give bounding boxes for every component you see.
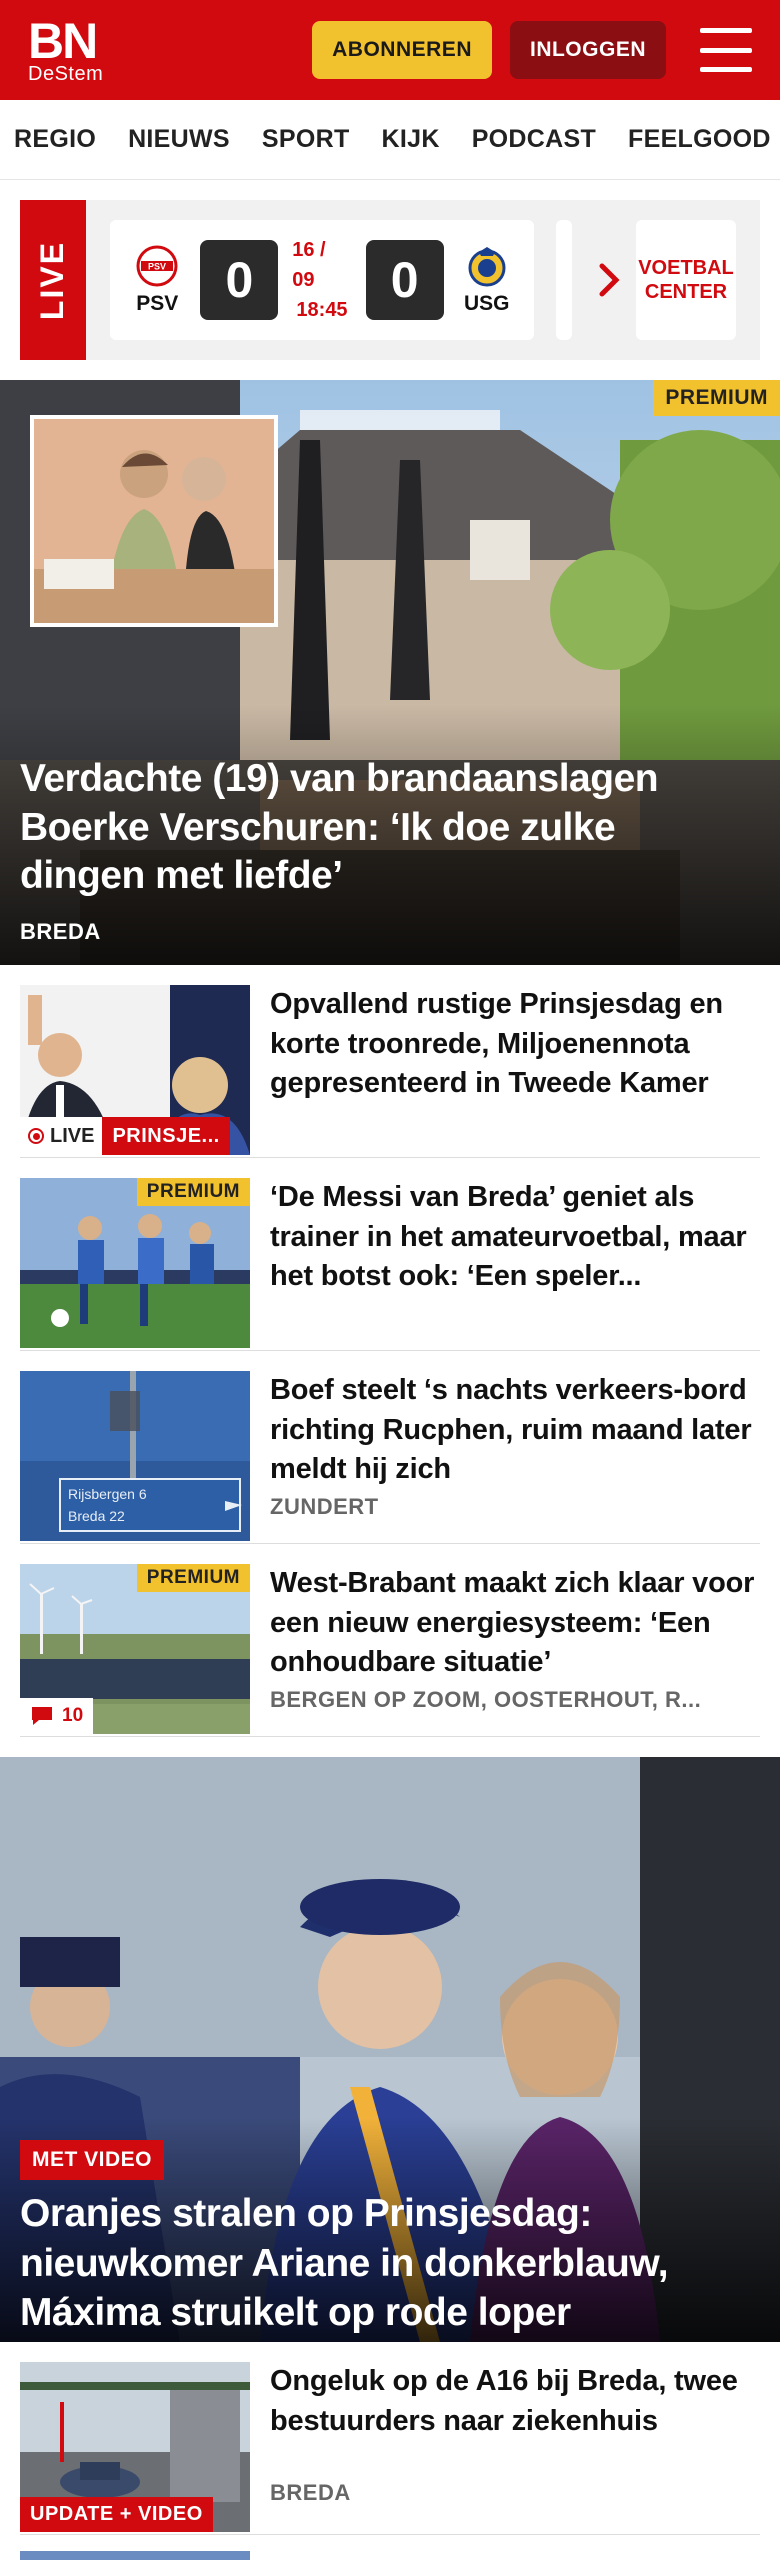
article-text: Ongeluk op de A16 bij Breda, twee bestuu…	[270, 2362, 760, 2514]
live-dot-icon	[28, 1128, 44, 1144]
live-pill-label: LIVE	[50, 1124, 95, 1147]
chevron-right-icon[interactable]	[590, 220, 630, 340]
premium-badge: PREMIUM	[136, 1178, 250, 1206]
article-text: Boef steelt ‘s nachts verkeers-bord rich…	[270, 1371, 760, 1523]
article-text: ‘De Messi van Breda’ geniet als trainer …	[270, 1178, 760, 1330]
hero-location: BREDA	[20, 919, 101, 944]
sign-text-line1: Rijsbergen 6	[68, 1486, 147, 1502]
nav-item-podcast[interactable]: PODCAST	[472, 125, 596, 154]
next-match-card-edge[interactable]	[556, 220, 572, 340]
list-item[interactable]: Rijsbergen 6 Breda 22 Boef steelt ‘s nac…	[20, 1351, 760, 1544]
list-item[interactable]: PREMIUM 10 West-Brabant maakt zich klaar…	[20, 1544, 760, 1737]
article-title[interactable]: Boef steelt ‘s nachts verkeers-bord rich…	[270, 1371, 760, 1490]
live-badge: LIVE PRINSJE...	[20, 1117, 230, 1155]
comment-icon	[32, 1707, 52, 1725]
article-thumbnail: Rijsbergen 6 Breda 22	[20, 1371, 250, 1541]
premium-badge: PREMIUM	[653, 380, 780, 416]
list-item[interactable]: UPDATE + VIDEO Ongeluk op de A16 bij Bre…	[20, 2342, 760, 2535]
live-score-widget: LIVE PSV PSV 0 16 / 09 18:45 0 USG VOETB…	[20, 200, 760, 360]
article-text: Opvallend rustige Prinsjesdag en korte t…	[270, 985, 760, 1137]
menu-icon[interactable]	[700, 28, 752, 72]
article-thumbnail: UPDATE + VIDEO	[20, 2362, 250, 2532]
login-button[interactable]: INLOGGEN	[509, 21, 666, 79]
live-pill: LIVE	[20, 1117, 103, 1155]
article-title[interactable]: Opvallend rustige Prinsjesdag en korte t…	[270, 985, 760, 1104]
away-score: 0	[365, 240, 444, 320]
update-video-tag: UPDATE + VIDEO	[20, 2497, 213, 2532]
nav-item-kijk[interactable]: KIJK	[382, 125, 440, 154]
sign-text-line2: Breda 22	[68, 1508, 125, 1524]
logo-sub-text: DeStem	[28, 63, 104, 85]
header-actions: ABONNEREN INLOGGEN	[312, 21, 752, 79]
match-card[interactable]: PSV PSV 0 16 / 09 18:45 0 USG	[110, 220, 534, 340]
article-title[interactable]: Ongeluk op de A16 bij Breda, twee bestuu…	[270, 2362, 760, 2441]
courtroom-sketch-inset	[30, 415, 278, 627]
article-list-2: UPDATE + VIDEO Ongeluk op de A16 bij Bre…	[0, 2342, 780, 2560]
match-time: 18:45	[296, 299, 348, 321]
live-tag-label: LIVE	[34, 240, 71, 320]
article-thumbnail: LIVE PRINSJE...	[20, 985, 250, 1155]
site-header: BN DeStem ABONNEREN INLOGGEN	[0, 0, 780, 100]
home-team: PSV PSV	[130, 244, 184, 316]
article-title[interactable]: ‘De Messi van Breda’ geniet als trainer …	[270, 1178, 760, 1297]
hero-title[interactable]: Verdachte (19) van brandaanslagen Boerke…	[20, 755, 740, 901]
logo-main-text: BN	[28, 13, 98, 69]
next-list-item-peek	[20, 2551, 760, 2560]
comment-count: 10	[62, 1705, 84, 1726]
article-list: LIVE PRINSJE... Opvallend rustige Prinsj…	[0, 965, 780, 1737]
match-datetime: 16 / 09 18:45	[292, 235, 351, 325]
video-tag: MET VIDEO	[20, 2140, 165, 2180]
article-thumbnail: PREMIUM 10	[20, 1564, 250, 1734]
nav-item-regio[interactable]: REGIO	[14, 125, 96, 154]
list-item[interactable]: PREMIUM ‘De Messi van Breda’ geniet als …	[20, 1158, 760, 1351]
svg-text:PSV: PSV	[148, 262, 166, 272]
usg-badge-icon	[465, 244, 509, 288]
voetbal-center-line1: VOETBAL	[638, 257, 734, 279]
home-team-name: PSV	[136, 292, 179, 315]
live-tag: LIVE	[20, 200, 86, 360]
voetbal-center-link[interactable]: VOETBAL CENTER	[636, 220, 736, 340]
section-nav: REGIO NIEUWS SPORT KIJK PODCAST FEELGOOD…	[0, 100, 780, 180]
nav-item-sport[interactable]: SPORT	[262, 125, 350, 154]
match-date: 16 / 09	[292, 239, 326, 291]
voetbal-center-line2: CENTER	[644, 281, 728, 303]
feature-article[interactable]: MET VIDEO Oranjes stralen op Prinsjesdag…	[0, 1757, 780, 2342]
article-location: BERGEN OP ZOOM, OOSTERHOUT, R...	[270, 1687, 702, 1713]
subscribe-button[interactable]: ABONNEREN	[312, 21, 492, 79]
list-item[interactable]: LIVE PRINSJE... Opvallend rustige Prinsj…	[20, 965, 760, 1158]
site-logo[interactable]: BN DeStem	[28, 16, 103, 84]
hero-article[interactable]: PREMIUM Verdachte (19) van brandaanslage…	[0, 380, 780, 965]
article-location: ZUNDERT	[270, 1494, 379, 1520]
premium-badge: PREMIUM	[136, 1564, 250, 1592]
topic-tag: PRINSJE...	[102, 1117, 230, 1155]
feature-title[interactable]: Oranjes stralen op Prinsjesdag: nieuwkom…	[20, 2189, 760, 2338]
away-team: USG	[460, 244, 514, 316]
article-text: West-Brabant maakt zich klaar voor een n…	[270, 1564, 760, 1716]
nav-item-nieuws[interactable]: NIEUWS	[128, 125, 230, 154]
article-location: BREDA	[270, 2480, 351, 2505]
nav-item-feelgood[interactable]: FEELGOOD	[628, 125, 771, 154]
psv-badge-icon: PSV	[135, 244, 179, 288]
article-thumbnail: PREMIUM	[20, 1178, 250, 1348]
comment-count-badge[interactable]: 10	[20, 1698, 94, 1734]
article-title[interactable]: West-Brabant maakt zich klaar voor een n…	[270, 1564, 760, 1683]
home-score: 0	[200, 240, 279, 320]
away-team-name: USG	[464, 292, 510, 315]
